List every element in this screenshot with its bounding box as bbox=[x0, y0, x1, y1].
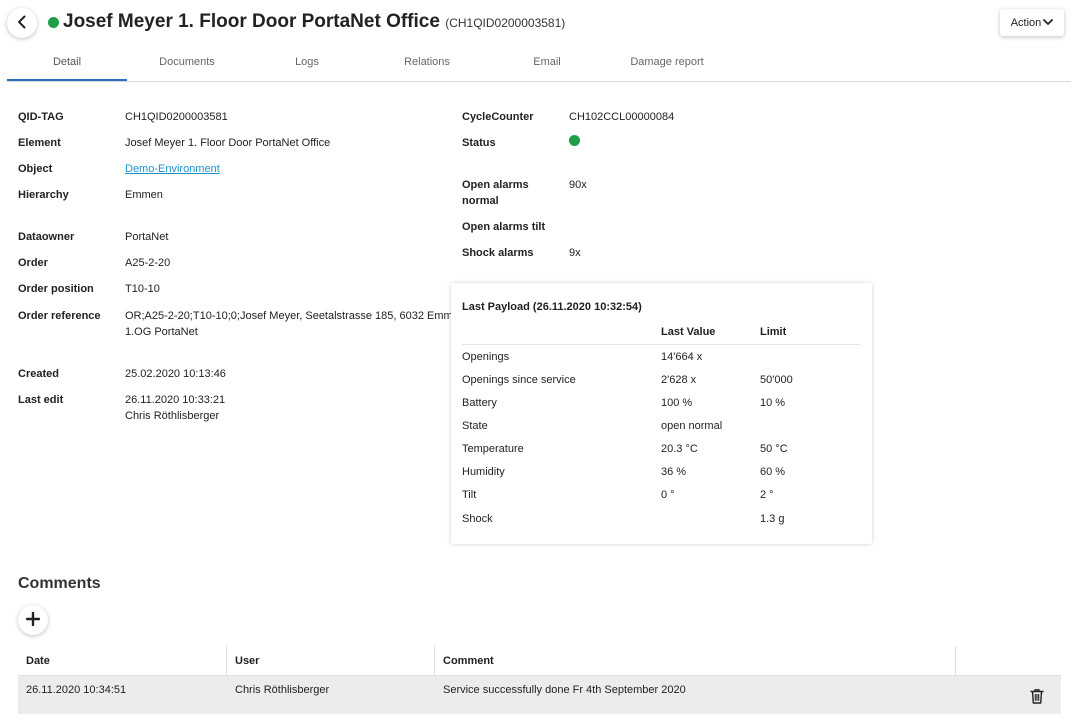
comments-title: Comments bbox=[18, 575, 101, 592]
payload-row-limit: 50'000 bbox=[760, 374, 793, 386]
tab-logs[interactable]: Logs bbox=[247, 48, 367, 81]
payload-row: State open normal bbox=[451, 418, 872, 434]
delete-comment-trash-icon[interactable] bbox=[1030, 688, 1046, 706]
status-indicator-icon bbox=[569, 135, 580, 146]
payload-row-value: 20.3 °C bbox=[661, 443, 698, 455]
open-alarms-tilt-label: Open alarms tilt bbox=[462, 221, 546, 233]
action-button[interactable]: Action bbox=[1000, 9, 1064, 36]
tab-bar: Detail Documents Logs Relations Email Da… bbox=[7, 48, 1071, 82]
payload-row-limit: 50 °C bbox=[760, 443, 788, 455]
payload-title: Last Payload (26.11.2020 10:32:54) bbox=[462, 301, 642, 313]
tab-detail[interactable]: Detail bbox=[7, 48, 127, 81]
order-position-label: Order position bbox=[18, 283, 94, 295]
comments-col-date: Date bbox=[18, 646, 227, 676]
cycle-counter-label: CycleCounter bbox=[462, 111, 534, 123]
hierarchy-label: Hierarchy bbox=[18, 189, 69, 201]
status-label: Status bbox=[462, 137, 496, 149]
payload-row-value: 36 % bbox=[661, 466, 687, 478]
order-value: A25-2-20 bbox=[125, 257, 171, 269]
comment-text: Service successfully done Fr 4th Septemb… bbox=[443, 684, 686, 696]
payload-row-name: Humidity bbox=[462, 466, 505, 478]
open-alarms-normal-value: 90x bbox=[569, 179, 587, 191]
open-alarms-normal-label-line2: normal bbox=[462, 195, 499, 207]
order-reference-value-line1: OR;A25-2-20;T10-10;0;Josef Meyer, Seetal… bbox=[125, 310, 469, 322]
qid-tag-value: CH1QID0200003581 bbox=[125, 111, 228, 123]
page-title-qid: (CH1QID0200003581) bbox=[445, 16, 566, 30]
payload-row: Openings since service 2'628 x 50'000 bbox=[451, 372, 872, 388]
chevron-down-icon bbox=[1043, 17, 1054, 29]
payload-row-value: 2'628 x bbox=[661, 374, 697, 386]
back-button[interactable] bbox=[7, 8, 37, 38]
page-title-text: Josef Meyer 1. Floor Door PortaNet Offic… bbox=[63, 11, 440, 32]
payload-col-last-value: Last Value bbox=[661, 326, 716, 338]
payload-row-limit: 1.3 g bbox=[760, 513, 785, 525]
last-edit-label: Last edit bbox=[18, 394, 64, 406]
tab-email[interactable]: Email bbox=[487, 48, 607, 81]
open-alarms-normal-label-line1: Open alarms bbox=[462, 179, 529, 191]
order-label: Order bbox=[18, 257, 48, 269]
tab-documents[interactable]: Documents bbox=[127, 48, 247, 81]
last-payload-card: Last Payload (26.11.2020 10:32:54) Last … bbox=[451, 283, 872, 544]
comments-table-header: Date User Comment bbox=[18, 646, 1061, 676]
payload-col-limit: Limit bbox=[760, 326, 787, 338]
element-value: Josef Meyer 1. Floor Door PortaNet Offic… bbox=[125, 137, 331, 149]
payload-row: Battery 100 % 10 % bbox=[451, 395, 872, 411]
tab-damage-report[interactable]: Damage report bbox=[607, 48, 727, 81]
object-value: Demo-Environment bbox=[125, 161, 220, 177]
page-title: Josef Meyer 1. Floor Door PortaNet Offic… bbox=[63, 11, 565, 33]
payload-row: Shock 1.3 g bbox=[451, 511, 872, 527]
payload-row-limit: 60 % bbox=[760, 466, 786, 478]
last-edit-date: 26.11.2020 10:33:21 bbox=[125, 394, 226, 406]
comment-date: 26.11.2020 10:34:51 bbox=[26, 684, 127, 696]
payload-row-name: Battery bbox=[462, 397, 497, 409]
action-button-label: Action bbox=[1010, 16, 1042, 29]
tab-relations[interactable]: Relations bbox=[367, 48, 487, 81]
payload-row-name: Openings since service bbox=[462, 374, 576, 386]
payload-row: Humidity 36 % 60 % bbox=[451, 464, 872, 480]
qid-tag-label: QID-TAG bbox=[18, 111, 64, 123]
object-link[interactable]: Demo-Environment bbox=[125, 163, 220, 175]
payload-row-name: State bbox=[462, 420, 488, 432]
created-label: Created bbox=[18, 368, 59, 380]
payload-header-divider bbox=[462, 344, 860, 345]
order-reference-value-line2: 1.OG PortaNet bbox=[125, 326, 198, 338]
payload-row: Openings 14'664 x bbox=[451, 349, 872, 365]
object-label: Object bbox=[18, 163, 53, 175]
payload-row: Tilt 0 ° 2 ° bbox=[451, 487, 872, 503]
last-edit-user: Chris Röthlisberger bbox=[125, 410, 220, 422]
payload-row-value: 100 % bbox=[661, 397, 693, 409]
payload-row-limit: 2 ° bbox=[760, 489, 774, 501]
payload-row-name: Shock bbox=[462, 513, 493, 525]
plus-icon bbox=[25, 611, 41, 629]
payload-row-name: Temperature bbox=[462, 443, 524, 455]
payload-row-limit: 10 % bbox=[760, 397, 786, 409]
chevron-left-icon bbox=[16, 15, 28, 32]
shock-alarms-label: Shock alarms bbox=[462, 247, 534, 259]
element-label: Element bbox=[18, 137, 61, 149]
payload-row-name: Tilt bbox=[462, 489, 477, 501]
order-reference-label: Order reference bbox=[18, 310, 101, 322]
comments-table: Date User Comment 26.11.2020 10:34:51 Ch… bbox=[18, 646, 1061, 714]
status-dot-icon bbox=[48, 17, 59, 28]
dataowner-label: Dataowner bbox=[18, 231, 75, 243]
hierarchy-value: Emmen bbox=[125, 189, 163, 201]
created-value: 25.02.2020 10:13:46 bbox=[125, 368, 226, 380]
order-position-value: T10-10 bbox=[125, 283, 160, 295]
shock-alarms-value: 9x bbox=[569, 247, 581, 259]
comments-col-user: User bbox=[227, 646, 435, 676]
comment-user: Chris Röthlisberger bbox=[235, 684, 330, 696]
payload-row: Temperature 20.3 °C 50 °C bbox=[451, 441, 872, 457]
add-comment-button[interactable] bbox=[18, 605, 48, 635]
payload-row-value: 14'664 x bbox=[661, 351, 703, 363]
payload-row-value: open normal bbox=[661, 420, 723, 432]
dataowner-value: PortaNet bbox=[125, 231, 169, 243]
page-header: Josef Meyer 1. Floor Door PortaNet Offic… bbox=[0, 0, 1074, 48]
comments-col-comment: Comment bbox=[435, 646, 956, 676]
table-row: 26.11.2020 10:34:51 Chris Röthlisberger … bbox=[18, 676, 1061, 714]
cycle-counter-value: CH102CCL00000084 bbox=[569, 111, 675, 123]
payload-row-value: 0 ° bbox=[661, 489, 675, 501]
payload-row-name: Openings bbox=[462, 351, 510, 363]
